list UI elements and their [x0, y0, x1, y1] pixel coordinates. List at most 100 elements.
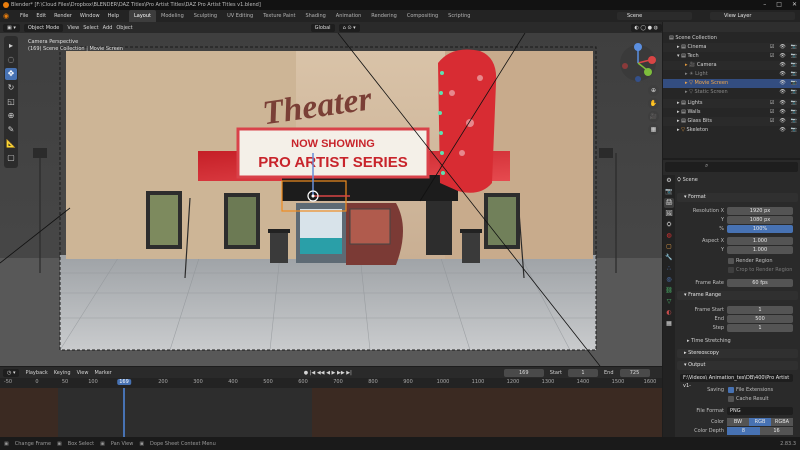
menu-render[interactable]: Render: [50, 10, 76, 22]
modifier-tab-icon[interactable]: 🔧: [664, 253, 674, 263]
material-tab-icon[interactable]: ◐: [664, 308, 674, 318]
render-tab-icon[interactable]: 📷: [664, 187, 674, 197]
camera-view-icon[interactable]: 🎥: [648, 111, 659, 122]
maximize-icon[interactable]: □: [776, 1, 782, 8]
color-depth-16-button[interactable]: 16: [760, 427, 793, 435]
outliner-item-walls[interactable]: ▸ ▤ Walls ☑ 👁 📷: [663, 108, 800, 117]
menu-help[interactable]: Help: [104, 10, 123, 22]
outliner-item-lights[interactable]: ▸ ▤ Lights ☑ 👁 📷: [663, 99, 800, 108]
physics-tab-icon[interactable]: ◎: [664, 275, 674, 285]
visibility-toggles[interactable]: ☑ 👁 📷: [770, 52, 797, 61]
frame-end-field[interactable]: 500: [727, 315, 793, 323]
crop-region-checkbox[interactable]: [728, 267, 734, 273]
visibility-toggles[interactable]: ☑ 👁 📷: [770, 108, 797, 117]
world-tab-icon[interactable]: ◍: [664, 231, 674, 241]
workspace-tab-shading[interactable]: Shading: [300, 10, 330, 22]
data-tab-icon[interactable]: ▽: [664, 297, 674, 307]
constraints-tab-icon[interactable]: ⛓: [664, 286, 674, 296]
workspace-tab-scripting[interactable]: Scripting: [443, 10, 475, 22]
cache-result-checkbox[interactable]: [728, 396, 734, 402]
close-icon[interactable]: ✕: [792, 1, 797, 8]
file-format-dropdown[interactable]: PNG: [727, 407, 793, 415]
cursor-tool-icon[interactable]: ▸: [5, 40, 17, 52]
end-frame-field[interactable]: 725: [619, 368, 650, 377]
timeline-ruler[interactable]: -50 0 50 100 169 200 300 400 500 600 700…: [0, 378, 662, 388]
ortho-grid-icon[interactable]: ▦: [648, 124, 659, 135]
navigation-gizmo[interactable]: [617, 42, 659, 84]
blender-menu-icon[interactable]: ◉: [3, 12, 13, 20]
workspace-tab-modeling[interactable]: Modeling: [156, 10, 189, 22]
visibility-toggles[interactable]: 👁 📷: [779, 126, 797, 135]
workspace-tab-sculpting[interactable]: Sculpting: [189, 10, 222, 22]
transform-orientation-dropdown[interactable]: Global: [310, 23, 335, 32]
current-frame-field[interactable]: 169: [503, 368, 544, 377]
rotate-tool-icon[interactable]: ↻: [5, 82, 17, 94]
workspace-tab-compositing[interactable]: Compositing: [402, 10, 443, 22]
time-stretching-subpanel[interactable]: ▸ Time Stretching: [687, 338, 731, 344]
resolution-percent-field[interactable]: 100%: [727, 225, 793, 233]
3d-viewport[interactable]: NOW SHOWING PRO ARTIST SERIES Theater: [0, 33, 662, 366]
color-depth-8-button[interactable]: 8: [727, 427, 760, 435]
stereoscopy-section-header[interactable]: ▸ Stereoscopy: [677, 349, 798, 358]
playhead-label[interactable]: 169: [117, 379, 131, 385]
scale-tool-icon[interactable]: ◱: [5, 96, 17, 108]
outliner-item-tech[interactable]: ▾ ▤ Tech ☑ 👁 📷: [663, 52, 800, 61]
render-region-checkbox[interactable]: [728, 258, 734, 264]
viewport-menu-view[interactable]: View: [67, 25, 79, 31]
workspace-tab-uv-editing[interactable]: UV Editing: [222, 10, 258, 22]
move-tool-icon[interactable]: ✥: [5, 68, 17, 80]
resolution-y-field[interactable]: 1080 px: [727, 216, 793, 224]
texture-tab-icon[interactable]: ▦: [664, 319, 674, 329]
output-section-header[interactable]: ▾ Output: [677, 361, 798, 370]
annotate-tool-icon[interactable]: ✎: [5, 124, 17, 136]
outliner-item-movie-screen[interactable]: ▸ ▽ Movie Screen 👁 📷: [663, 79, 800, 88]
zoom-icon[interactable]: ⊕: [648, 85, 659, 96]
object-mode-dropdown[interactable]: Object Mode: [23, 23, 64, 32]
viewport-shading-icons[interactable]: ◐ ◯ ● ◍: [630, 23, 662, 32]
select-circle-tool-icon[interactable]: ◌: [5, 54, 17, 66]
visibility-toggles[interactable]: 👁 📷: [779, 70, 797, 79]
format-section-header[interactable]: ▾ Format: [677, 193, 798, 202]
file-extensions-checkbox[interactable]: [728, 387, 734, 393]
timeline-menu-view[interactable]: View: [77, 370, 89, 376]
outliner-item-static-screen[interactable]: ▸ ▽ Static Screen 👁 📷: [663, 88, 800, 97]
start-frame-field[interactable]: 1: [568, 368, 598, 377]
viewport-menu-select[interactable]: Select: [83, 25, 98, 31]
timeline-menu-marker[interactable]: Marker: [94, 370, 111, 376]
output-path-field[interactable]: F:\Videos\ Animation_tes\DB\400\Pro Arti…: [680, 374, 793, 389]
viewport-menu-add[interactable]: Add: [103, 25, 113, 31]
color-rgba-button[interactable]: RGBA: [771, 418, 793, 426]
playhead-line[interactable]: [123, 388, 125, 437]
editor-type-dropdown[interactable]: ▣ ▾: [3, 23, 20, 32]
menu-file[interactable]: File: [16, 10, 32, 22]
playback-controls[interactable]: ● |◀ ◀◀ ◀ ▶ ▶▶ ▶|: [304, 370, 352, 376]
measure-tool-icon[interactable]: 📐: [5, 138, 17, 150]
particles-tab-icon[interactable]: ∴: [664, 264, 674, 274]
output-tab-icon[interactable]: 🖨: [664, 198, 674, 208]
outliner-item-glass-bits[interactable]: ▸ ▤ Glass Bits ☑ 👁 📷: [663, 117, 800, 126]
visibility-toggles[interactable]: 👁 📷: [779, 61, 797, 70]
visibility-toggles[interactable]: 👁 📷: [779, 88, 797, 97]
transform-tool-icon[interactable]: ⊕: [5, 110, 17, 122]
aspect-x-field[interactable]: 1.000: [727, 237, 793, 245]
pan-hand-icon[interactable]: ✋: [648, 98, 659, 109]
view-layer-tab-icon[interactable]: 🖼: [664, 209, 674, 219]
color-bw-button[interactable]: BW: [727, 418, 749, 426]
minimize-icon[interactable]: –: [763, 1, 766, 8]
workspace-tab-animation[interactable]: Animation: [331, 10, 367, 22]
tool-tab-icon[interactable]: ⚙: [664, 176, 674, 186]
visibility-toggles[interactable]: ☑ 👁 📷: [770, 99, 797, 108]
frame-rate-dropdown[interactable]: 60 fps: [727, 279, 793, 287]
resolution-x-field[interactable]: 1920 px: [727, 207, 793, 215]
timeline-menu-keying[interactable]: Keying: [54, 370, 71, 376]
outliner-item-skeleton[interactable]: ▸ ▽ Skeleton 👁 📷: [663, 126, 800, 135]
snapping-icon[interactable]: ⌂ ⊙ ▾: [338, 23, 360, 32]
view-layer-selector[interactable]: View Layer: [710, 12, 795, 20]
timeline-area[interactable]: [0, 388, 662, 437]
scene-selector[interactable]: Scene: [617, 12, 692, 20]
outliner-item-cinema[interactable]: ▸ ▤ Cinema ☑ 👁 📷: [663, 43, 800, 52]
properties-search[interactable]: ⌕: [665, 162, 798, 172]
visibility-toggles[interactable]: 👁 📷: [779, 79, 797, 88]
outliner-item-light[interactable]: ▸ ☀ Light 👁 📷: [663, 70, 800, 79]
viewport-menu-object[interactable]: Object: [116, 25, 132, 31]
